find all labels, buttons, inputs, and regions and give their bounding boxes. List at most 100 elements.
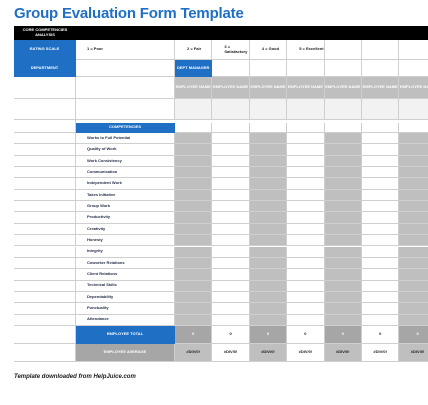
score-cell[interactable] xyxy=(249,133,288,145)
score-cell[interactable] xyxy=(399,291,428,304)
score-cell[interactable] xyxy=(212,189,250,202)
score-cell[interactable] xyxy=(212,167,250,179)
score-cell[interactable] xyxy=(287,235,325,247)
score-cell[interactable] xyxy=(212,144,250,156)
dept-manager-cell[interactable] xyxy=(399,60,428,77)
score-cell[interactable] xyxy=(212,133,250,145)
score-cell[interactable] xyxy=(249,269,288,281)
score-cell[interactable] xyxy=(212,269,250,281)
score-cell[interactable] xyxy=(324,201,362,213)
score-cell[interactable] xyxy=(362,269,400,281)
score-cell[interactable] xyxy=(212,223,250,236)
score-cell[interactable] xyxy=(324,189,362,202)
score-cell[interactable] xyxy=(362,167,400,179)
employee-name-input[interactable] xyxy=(249,99,288,120)
score-cell[interactable] xyxy=(399,189,428,202)
score-cell[interactable] xyxy=(175,201,213,213)
score-cell[interactable] xyxy=(324,223,362,236)
score-cell[interactable] xyxy=(175,280,213,292)
score-cell[interactable] xyxy=(362,178,400,190)
score-cell[interactable] xyxy=(212,212,250,224)
dept-manager-cell[interactable] xyxy=(287,60,325,77)
score-cell[interactable] xyxy=(399,212,428,224)
score-cell[interactable] xyxy=(212,314,250,326)
score-cell[interactable] xyxy=(175,314,213,326)
score-cell[interactable] xyxy=(362,246,400,258)
score-cell[interactable] xyxy=(249,189,288,202)
score-cell[interactable] xyxy=(324,155,362,168)
score-cell[interactable] xyxy=(212,257,250,270)
score-cell[interactable] xyxy=(362,155,400,168)
score-cell[interactable] xyxy=(287,201,325,213)
score-cell[interactable] xyxy=(175,303,213,315)
score-cell[interactable] xyxy=(249,155,288,168)
score-cell[interactable] xyxy=(324,257,362,270)
score-cell[interactable] xyxy=(287,246,325,258)
score-cell[interactable] xyxy=(212,178,250,190)
score-cell[interactable] xyxy=(249,144,288,156)
score-cell[interactable] xyxy=(287,178,325,190)
score-cell[interactable] xyxy=(212,280,250,292)
score-cell[interactable] xyxy=(287,269,325,281)
score-cell[interactable] xyxy=(324,291,362,304)
score-cell[interactable] xyxy=(362,201,400,213)
score-cell[interactable] xyxy=(249,223,288,236)
score-cell[interactable] xyxy=(212,291,250,304)
score-cell[interactable] xyxy=(324,167,362,179)
score-cell[interactable] xyxy=(399,314,428,326)
score-cell[interactable] xyxy=(212,235,250,247)
score-cell[interactable] xyxy=(175,269,213,281)
score-cell[interactable] xyxy=(399,178,428,190)
score-cell[interactable] xyxy=(362,223,400,236)
score-cell[interactable] xyxy=(362,133,400,145)
score-cell[interactable] xyxy=(324,269,362,281)
score-cell[interactable] xyxy=(399,223,428,236)
score-cell[interactable] xyxy=(287,212,325,224)
score-cell[interactable] xyxy=(287,155,325,168)
dept-manager-cell[interactable] xyxy=(362,60,400,77)
score-cell[interactable] xyxy=(287,291,325,304)
score-cell[interactable] xyxy=(249,201,288,213)
score-cell[interactable] xyxy=(175,178,213,190)
score-cell[interactable] xyxy=(287,223,325,236)
score-cell[interactable] xyxy=(249,212,288,224)
score-cell[interactable] xyxy=(249,291,288,304)
score-cell[interactable] xyxy=(175,291,213,304)
score-cell[interactable] xyxy=(362,144,400,156)
score-cell[interactable] xyxy=(212,201,250,213)
score-cell[interactable] xyxy=(287,280,325,292)
dept-manager-cell[interactable] xyxy=(249,60,288,77)
score-cell[interactable] xyxy=(399,235,428,247)
score-cell[interactable] xyxy=(399,280,428,292)
score-cell[interactable] xyxy=(287,189,325,202)
dept-manager-cell[interactable] xyxy=(212,60,250,77)
score-cell[interactable] xyxy=(175,189,213,202)
score-cell[interactable] xyxy=(399,133,428,145)
score-cell[interactable] xyxy=(249,314,288,326)
score-cell[interactable] xyxy=(249,303,288,315)
score-cell[interactable] xyxy=(399,269,428,281)
employee-name-input[interactable] xyxy=(324,99,362,120)
score-cell[interactable] xyxy=(324,178,362,190)
score-cell[interactable] xyxy=(249,167,288,179)
score-cell[interactable] xyxy=(175,167,213,179)
score-cell[interactable] xyxy=(212,246,250,258)
score-cell[interactable] xyxy=(362,291,400,304)
score-cell[interactable] xyxy=(399,201,428,213)
score-cell[interactable] xyxy=(399,167,428,179)
score-cell[interactable] xyxy=(287,314,325,326)
department-value[interactable] xyxy=(76,60,175,77)
score-cell[interactable] xyxy=(324,246,362,258)
score-cell[interactable] xyxy=(287,133,325,145)
score-cell[interactable] xyxy=(249,235,288,247)
score-cell[interactable] xyxy=(399,155,428,168)
score-cell[interactable] xyxy=(287,167,325,179)
score-cell[interactable] xyxy=(287,257,325,270)
score-cell[interactable] xyxy=(175,235,213,247)
employee-name-input[interactable] xyxy=(287,99,325,120)
score-cell[interactable] xyxy=(249,178,288,190)
score-cell[interactable] xyxy=(287,144,325,156)
employee-name-input[interactable] xyxy=(212,99,250,120)
score-cell[interactable] xyxy=(212,155,250,168)
score-cell[interactable] xyxy=(249,280,288,292)
